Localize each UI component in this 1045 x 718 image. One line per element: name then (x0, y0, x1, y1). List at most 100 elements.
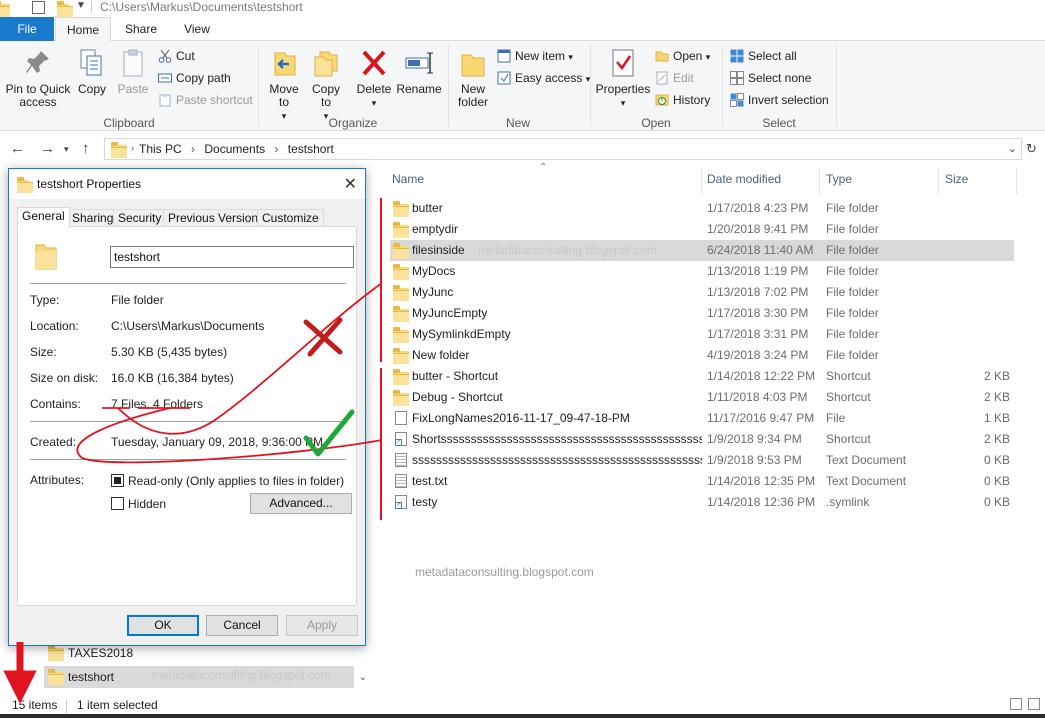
column-header-date-modified[interactable]: Date modified (707, 172, 781, 186)
file-name: ssssssssssssssssssssssssssssssssssssssss… (412, 453, 702, 467)
open-button[interactable]: Open ▾ (655, 47, 710, 65)
table-row[interactable]: ↗ MySymlinkdEmpty 1/17/2018 3:31 PM File… (390, 324, 1014, 345)
breadcrumb-testshort[interactable]: testshort (288, 142, 334, 156)
copy-to-button[interactable]: Copy to ▾ (306, 47, 346, 123)
pin-to-quick-access-button[interactable]: Pin to Quick access (4, 47, 72, 109)
file-date: 1/17/2018 3:30 PM (707, 306, 809, 320)
easy-access-button[interactable]: Easy access ▾ (497, 69, 590, 87)
column-header-size[interactable]: Size (945, 172, 968, 186)
table-row[interactable]: FixLongNames2016-11-17_09-47-18-PM 11/17… (390, 408, 1014, 429)
edit-label: Edit (673, 71, 694, 85)
close-icon[interactable]: ✕ (344, 174, 357, 194)
copy-button[interactable]: Copy (74, 47, 110, 96)
forward-arrow-icon[interactable]: → (40, 140, 55, 157)
ok-button[interactable]: OK (127, 615, 199, 636)
copy-to-label: Copy to (311, 82, 340, 109)
breadcrumb-separator-icon[interactable]: › (274, 142, 278, 156)
large-icons-view-icon[interactable] (1028, 698, 1040, 710)
cut-button[interactable]: Cut (158, 47, 195, 65)
rename-button[interactable]: Rename (396, 47, 442, 96)
column-separator[interactable] (938, 168, 939, 194)
dialog-title: testshort Properties (37, 177, 142, 191)
copy-path-button[interactable]: Copy path (158, 69, 231, 87)
select-none-label: Select none (748, 71, 812, 85)
advanced-button[interactable]: Advanced... (250, 493, 352, 514)
table-row[interactable]: New folder 4/19/2018 3:24 PM File folder (390, 345, 1014, 366)
table-row[interactable]: test.txt 1/14/2018 12:35 PM Text Documen… (390, 471, 1014, 492)
paste-shortcut-button[interactable]: Paste shortcut (158, 91, 253, 109)
back-arrow-icon[interactable]: ← (10, 140, 25, 157)
nav-scroll-down-chevron-icon[interactable]: ⌄ (356, 672, 370, 692)
up-arrow-icon[interactable]: ↑ (82, 140, 90, 157)
big-folder-icon (34, 241, 58, 274)
edit-button[interactable]: Edit (655, 69, 694, 87)
column-separator[interactable] (819, 168, 820, 194)
table-row[interactable]: emptydir 1/20/2018 9:41 PM File folder (390, 219, 1014, 240)
customize-quick-access-icon[interactable]: ▼ (76, 0, 86, 11)
title-separator (91, 1, 92, 13)
created-label: Created: (30, 435, 77, 449)
new-folder-quick-access-icon[interactable] (57, 1, 73, 17)
created-value: Tuesday, January 09, 2018, 9:36:00 PM (111, 435, 324, 449)
navigation-bar: ← → ▾ ↑ › This PC › Documents › testshor… (0, 136, 1045, 162)
tab-share[interactable]: Share (113, 17, 169, 41)
column-separator[interactable] (1016, 168, 1017, 194)
delete-button[interactable]: Delete ▾ (354, 47, 394, 110)
breadcrumb-chevron-icon[interactable]: › (131, 143, 134, 153)
file-size: 0 KB (983, 495, 1010, 509)
tab-home[interactable]: Home (55, 17, 111, 42)
breadcrumb-separator-icon[interactable]: › (191, 142, 195, 156)
details-view-icon[interactable] (1010, 698, 1022, 710)
breadcrumb-documents[interactable]: Documents (204, 142, 265, 156)
move-to-button[interactable]: Move to ▾ (264, 47, 304, 123)
table-row[interactable]: butter 1/17/2018 4:23 PM File folder (390, 198, 1014, 219)
column-header-name[interactable]: Name (392, 172, 424, 186)
file-type: Text Document (826, 453, 907, 467)
tab-file[interactable]: File (0, 17, 54, 41)
column-separator[interactable] (701, 168, 702, 194)
paste-shortcut-label: Paste shortcut (176, 93, 253, 107)
tab-sharing[interactable]: Sharing (67, 209, 119, 227)
column-header-type[interactable]: Type (826, 172, 852, 186)
recent-locations-chevron-icon[interactable]: ▾ (64, 144, 69, 155)
select-none-button[interactable]: Select none (730, 69, 811, 87)
ribbon-separator (722, 45, 723, 127)
folder-icon (17, 177, 33, 193)
folder-name-input[interactable] (110, 246, 354, 268)
table-row[interactable]: ↗ MyJunc 1/13/2018 7:02 PM File folder (390, 282, 1014, 303)
address-bar[interactable]: › This PC › Documents › testshort ⌄ (104, 138, 1022, 160)
tab-view[interactable]: View (171, 17, 223, 41)
tab-general[interactable]: General (17, 207, 70, 228)
properties-quick-access-icon[interactable] (32, 1, 45, 14)
readonly-checkbox[interactable] (111, 474, 124, 487)
invert-selection-button[interactable]: Invert selection (730, 91, 829, 109)
table-row[interactable]: ↗ testy 1/14/2018 12:36 PM .symlink 0 KB (390, 492, 1014, 513)
table-row[interactable]: ↗ MyDocs 1/13/2018 1:19 PM File folder (390, 261, 1014, 282)
history-button[interactable]: History (655, 91, 710, 109)
properties-button[interactable]: Properties ▾ (594, 47, 652, 110)
folder-icon (393, 201, 409, 217)
address-dropdown-chevron-icon[interactable]: ⌄ (1008, 142, 1017, 155)
file-size: 1 KB (983, 411, 1010, 425)
file-date: 1/9/2018 9:34 PM (707, 432, 802, 446)
refresh-icon[interactable]: ↻ (1026, 141, 1037, 157)
new-item-button[interactable]: New item ▾ (497, 47, 573, 65)
ribbon-separator (448, 45, 449, 127)
table-row[interactable]: ↗ MyJuncEmpty 1/17/2018 3:30 PM File fol… (390, 303, 1014, 324)
new-folder-button[interactable]: New folder (452, 47, 494, 109)
easy-access-label: Easy access (515, 71, 583, 85)
tab-security[interactable]: Security (113, 209, 167, 227)
table-row[interactable]: ↗ Shortsssssssssssssssssssssssssssssssss… (390, 429, 1014, 450)
table-row[interactable]: ↗ Debug - Shortcut 1/11/2018 4:03 PM Sho… (390, 387, 1014, 408)
apply-button[interactable]: Apply (286, 615, 358, 636)
select-all-button[interactable]: Select all (730, 47, 797, 65)
cancel-button[interactable]: Cancel (206, 615, 278, 636)
hidden-checkbox[interactable] (111, 497, 124, 510)
breadcrumb-this-pc[interactable]: This PC (139, 142, 182, 156)
tab-previous-versions[interactable]: Previous Versions (163, 209, 270, 227)
hidden-label: Hidden (128, 497, 167, 511)
tab-customize[interactable]: Customize (257, 209, 324, 227)
table-row[interactable]: ↗ butter - Shortcut 1/14/2018 12:22 PM S… (390, 366, 1014, 387)
table-row[interactable]: ssssssssssssssssssssssssssssssssssssssss… (390, 450, 1014, 471)
paste-button[interactable]: Paste (114, 47, 152, 96)
